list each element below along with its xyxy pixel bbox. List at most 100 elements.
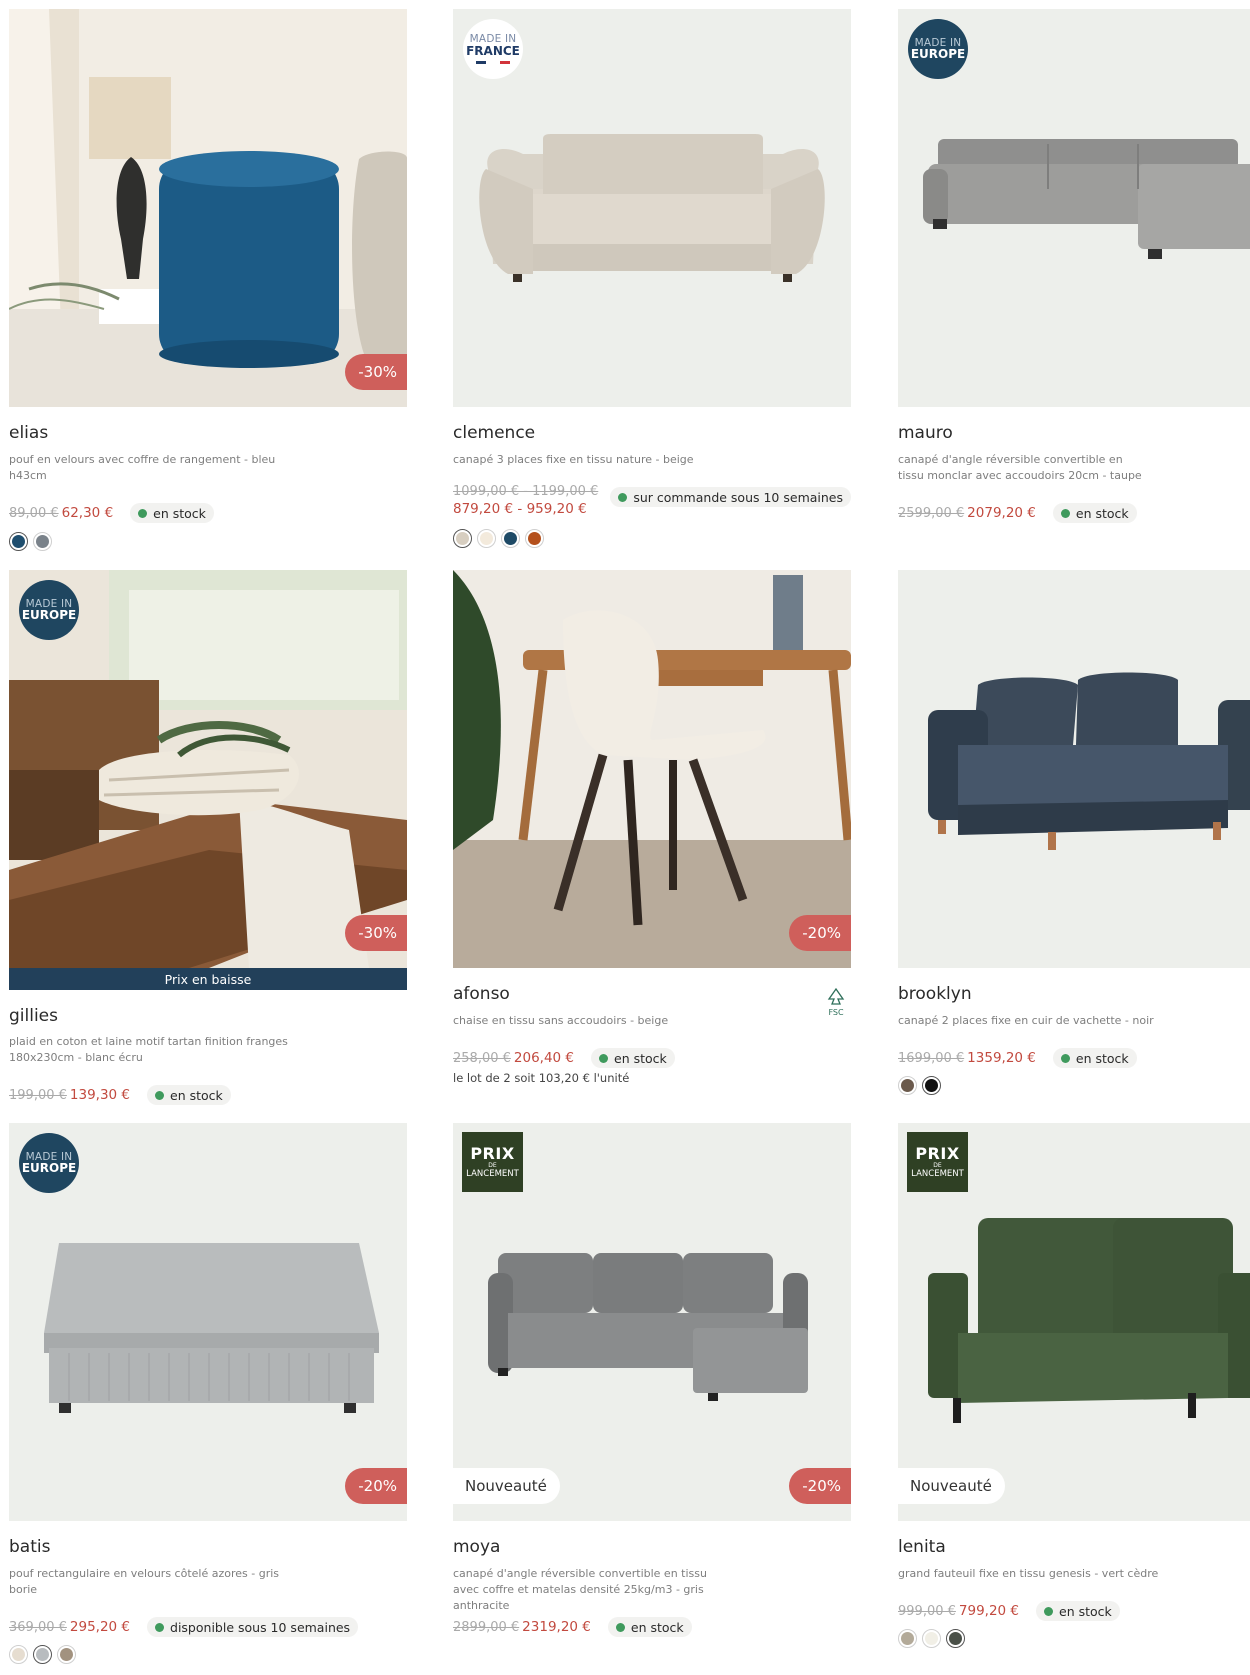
stock-status: en stock <box>591 1048 675 1068</box>
product-image[interactable]: MADE IN EUROPE <box>898 9 1250 407</box>
product-image[interactable]: MADE IN EUROPE -20% <box>9 1123 407 1521</box>
stock-status: en stock <box>1052 503 1137 523</box>
price-row: 2599,00 € 2079,20 € en stock <box>898 502 1137 524</box>
product-description: plaid en coton et laine motif tartan fin… <box>9 1035 288 1064</box>
current-price: 206,40 € <box>513 1050 575 1066</box>
stock-dot-icon <box>618 492 628 502</box>
price-row: 369,00 € 295,20 € disponible sous 10 sem… <box>9 1616 359 1638</box>
product-image[interactable]: MADE IN FRANCE <box>453 9 851 407</box>
product-card-lenita[interactable]: PRIX DE LANCEMENT Nouveauté lenita grand… <box>898 1123 1250 1668</box>
color-swatches <box>898 1076 941 1095</box>
product-description: pouf rectangulaire en velours côtelé azo… <box>9 1567 280 1596</box>
old-price: 2599,00 € <box>898 505 965 521</box>
stock-dot-icon <box>615 1622 625 1632</box>
stock-dot-icon <box>155 1622 165 1632</box>
stock-status: en stock <box>1036 1601 1120 1621</box>
swatch[interactable] <box>477 529 496 548</box>
swatch[interactable] <box>946 1629 965 1648</box>
product-card-moya[interactable]: PRIX DE LANCEMENT Nouveauté -20% moya ca… <box>453 1123 851 1668</box>
made-in-europe-badge: MADE IN EUROPE <box>19 1133 79 1193</box>
swatch[interactable] <box>922 1629 941 1648</box>
price-row: 89,00 € 62,30 € en stock <box>9 502 214 524</box>
product-image[interactable]: -20% <box>453 570 851 968</box>
product-name[interactable]: brooklyn <box>898 984 972 1004</box>
current-price: 62,30 € <box>61 505 114 521</box>
old-price: 1699,00 € <box>898 1050 965 1066</box>
discount-badge: -20% <box>789 915 851 951</box>
color-swatches <box>9 1645 76 1664</box>
color-swatches <box>898 1629 965 1648</box>
stock-status: en stock <box>607 1617 692 1637</box>
product-name[interactable]: moya <box>453 1537 500 1557</box>
stock-status: sur commande sous 10 semaines <box>610 487 851 507</box>
swatch[interactable] <box>33 532 52 551</box>
product-image[interactable]: -30% <box>9 9 407 407</box>
product-card-elias[interactable]: -30% elias pouf en velours avec coffre d… <box>9 9 407 551</box>
swatch[interactable] <box>33 1645 52 1664</box>
current-price: 879,20 € - 959,20 € <box>453 501 587 517</box>
product-card-batis[interactable]: MADE IN EUROPE -20% batis pouf rectangul… <box>9 1123 407 1668</box>
launch-price-badge: PRIX DE LANCEMENT <box>462 1132 523 1192</box>
product-name[interactable]: mauro <box>898 423 953 443</box>
product-card-gillies[interactable]: MADE IN EUROPE -30% Prix en baisse gilli… <box>9 570 407 1110</box>
discount-badge: -30% <box>345 915 407 951</box>
price-row: 1699,00 € 1359,20 € en stock <box>898 1047 1137 1069</box>
price-drop-banner: Prix en baisse <box>9 968 407 990</box>
swatch[interactable] <box>922 1076 941 1095</box>
product-image[interactable]: PRIX DE LANCEMENT Nouveauté <box>898 1123 1250 1521</box>
swatch[interactable] <box>9 1645 28 1664</box>
discount-badge: -20% <box>789 1468 851 1504</box>
product-image[interactable]: PRIX DE LANCEMENT Nouveauté -20% <box>453 1123 851 1521</box>
product-card-afonso[interactable]: -20% afonso FSC chaise en tissu sans acc… <box>453 570 851 1110</box>
old-price: 258,00 € <box>453 1050 511 1066</box>
product-image[interactable]: MADE IN EUROPE -30% <box>9 570 407 968</box>
product-name[interactable]: afonso <box>453 984 510 1004</box>
made-in-france-badge: MADE IN FRANCE <box>463 19 523 79</box>
swatch[interactable] <box>898 1629 917 1648</box>
chair-photo <box>453 570 851 968</box>
leather-sofa-photo <box>928 672 1250 850</box>
product-name[interactable]: elias <box>9 423 48 443</box>
made-in-europe-badge: MADE IN EUROPE <box>908 19 968 79</box>
ottoman-photo <box>9 9 407 407</box>
price-row: 199,00 € 139,30 € en stock <box>9 1084 231 1106</box>
swatch[interactable] <box>9 532 28 551</box>
fsc-icon: FSC <box>825 987 847 1017</box>
product-card-mauro[interactable]: MADE IN EUROPE mauro canapé d'angle réve… <box>898 9 1250 549</box>
new-label: Nouveauté <box>453 1468 560 1504</box>
product-image[interactable] <box>898 570 1250 968</box>
product-description: chaise en tissu sans accoudoirs - beige <box>453 1014 669 1027</box>
stock-status: en stock <box>1052 1048 1137 1068</box>
current-price: 295,20 € <box>69 1619 131 1635</box>
old-price: 199,00 € <box>9 1087 67 1103</box>
product-card-brooklyn[interactable]: brooklyn canapé 2 places fixe en cuir de… <box>898 570 1250 1110</box>
launch-price-badge: PRIX DE LANCEMENT <box>907 1132 968 1192</box>
swatch[interactable] <box>57 1645 76 1664</box>
stock-status: en stock <box>147 1085 231 1105</box>
product-description: canapé d'angle réversible convertible en… <box>898 453 1142 482</box>
stock-dot-icon <box>599 1053 609 1063</box>
stock-dot-icon <box>1060 508 1070 518</box>
current-price: 799,20 € <box>958 1603 1020 1619</box>
old-price: 999,00 € <box>898 1603 956 1619</box>
new-label: Nouveauté <box>898 1468 1005 1504</box>
current-price: 2079,20 € <box>967 505 1036 521</box>
product-card-clemence[interactable]: MADE IN FRANCE clemence canapé 3 places … <box>453 9 851 549</box>
discount-badge: -20% <box>345 1468 407 1504</box>
product-name[interactable]: clemence <box>453 423 535 443</box>
product-description: canapé 2 places fixe en cuir de vachette… <box>898 1014 1154 1027</box>
stock-status: en stock <box>130 503 214 523</box>
product-name[interactable]: lenita <box>898 1537 946 1557</box>
old-price: 89,00 € <box>9 505 59 521</box>
swatch[interactable] <box>525 529 544 548</box>
product-name[interactable]: gillies <box>9 1006 58 1026</box>
made-in-europe-badge: MADE IN EUROPE <box>19 580 79 640</box>
discount-badge: -30% <box>345 354 407 390</box>
swatch[interactable] <box>453 529 472 548</box>
swatch[interactable] <box>898 1076 917 1095</box>
price-row: 999,00 € 799,20 € en stock <box>898 1600 1120 1622</box>
current-price: 2319,20 € <box>522 1619 591 1635</box>
swatch[interactable] <box>501 529 520 548</box>
color-swatches <box>9 532 52 551</box>
product-name[interactable]: batis <box>9 1537 50 1557</box>
